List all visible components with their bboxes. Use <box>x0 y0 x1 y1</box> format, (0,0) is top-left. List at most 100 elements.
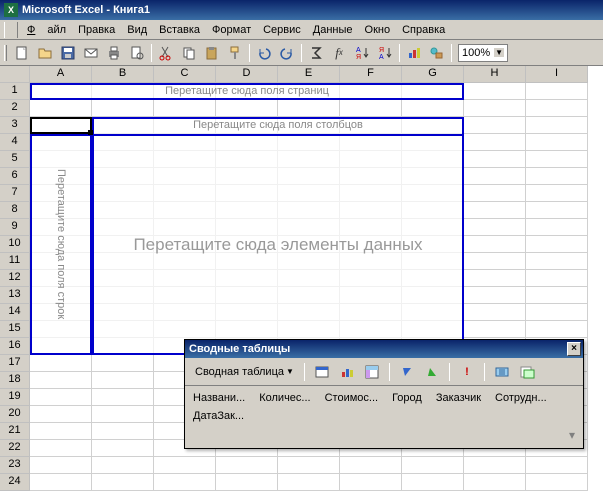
cell[interactable] <box>464 168 526 185</box>
cell[interactable] <box>92 253 154 270</box>
cell[interactable] <box>30 423 92 440</box>
row-header[interactable]: 17 <box>0 355 30 372</box>
menu-insert[interactable]: Вставка <box>153 22 206 38</box>
cell[interactable] <box>340 83 402 100</box>
new-icon[interactable] <box>11 42 33 64</box>
cell[interactable] <box>216 474 278 491</box>
cell[interactable] <box>402 457 464 474</box>
pivot-field[interactable]: Сотрудн... <box>495 392 547 404</box>
cell[interactable] <box>464 236 526 253</box>
cell[interactable] <box>30 151 92 168</box>
row-header[interactable]: 4 <box>0 134 30 151</box>
cell[interactable] <box>30 219 92 236</box>
cell[interactable] <box>402 83 464 100</box>
row-header[interactable]: 10 <box>0 236 30 253</box>
cell[interactable] <box>216 100 278 117</box>
cell[interactable] <box>30 134 92 151</box>
cell[interactable] <box>340 270 402 287</box>
cell[interactable] <box>340 321 402 338</box>
cell[interactable] <box>526 100 588 117</box>
cell[interactable] <box>526 287 588 304</box>
cell[interactable] <box>402 270 464 287</box>
function-icon[interactable]: fx <box>328 42 350 64</box>
menu-file[interactable]: Файл <box>21 22 72 38</box>
cell[interactable] <box>30 372 92 389</box>
cell[interactable] <box>464 100 526 117</box>
row-header[interactable]: 1 <box>0 83 30 100</box>
menu-data[interactable]: Данные <box>307 22 359 38</box>
cell[interactable] <box>278 474 340 491</box>
row-header[interactable]: 16 <box>0 338 30 355</box>
sort-desc-icon[interactable]: ЯА <box>374 42 396 64</box>
hide-detail-icon[interactable] <box>396 361 418 383</box>
col-header[interactable]: A <box>30 66 92 83</box>
row-header[interactable]: 20 <box>0 406 30 423</box>
cell[interactable] <box>30 185 92 202</box>
pivot-field[interactable]: Город <box>392 392 422 404</box>
cell[interactable] <box>92 134 154 151</box>
copy-icon[interactable] <box>178 42 200 64</box>
cell[interactable] <box>526 202 588 219</box>
cell[interactable] <box>402 253 464 270</box>
row-header[interactable]: 14 <box>0 304 30 321</box>
col-header[interactable]: C <box>154 66 216 83</box>
cell[interactable] <box>216 168 278 185</box>
cell[interactable] <box>402 185 464 202</box>
cell[interactable] <box>526 117 588 134</box>
cell[interactable] <box>216 185 278 202</box>
cell[interactable] <box>154 151 216 168</box>
redo-icon[interactable] <box>276 42 298 64</box>
cell[interactable] <box>216 321 278 338</box>
pivot-table-menu-button[interactable]: Сводная таблица▼ <box>191 364 298 380</box>
pivot-field[interactable]: Стоимос... <box>325 392 378 404</box>
row-header[interactable]: 7 <box>0 185 30 202</box>
pivot-toolbar-titlebar[interactable]: Сводные таблицы × <box>185 340 583 358</box>
field-settings-icon[interactable] <box>491 361 513 383</box>
cell[interactable] <box>340 457 402 474</box>
cell[interactable] <box>340 304 402 321</box>
cell[interactable] <box>92 270 154 287</box>
cell[interactable] <box>154 253 216 270</box>
cell[interactable] <box>92 474 154 491</box>
cell[interactable] <box>464 151 526 168</box>
cell[interactable] <box>278 304 340 321</box>
mail-icon[interactable] <box>80 42 102 64</box>
menu-view[interactable]: Вид <box>121 22 153 38</box>
row-header[interactable]: 13 <box>0 287 30 304</box>
cell[interactable] <box>92 236 154 253</box>
cell[interactable] <box>30 253 92 270</box>
cell[interactable] <box>526 168 588 185</box>
cell[interactable] <box>92 168 154 185</box>
cell[interactable] <box>278 270 340 287</box>
cell[interactable] <box>92 389 154 406</box>
cell[interactable] <box>154 185 216 202</box>
cell[interactable] <box>402 474 464 491</box>
row-header[interactable]: 22 <box>0 440 30 457</box>
cell[interactable] <box>278 134 340 151</box>
cell[interactable] <box>464 253 526 270</box>
cell[interactable] <box>340 253 402 270</box>
cell[interactable] <box>464 270 526 287</box>
expand-down-icon[interactable]: ▾ <box>569 428 575 442</box>
cell[interactable] <box>526 457 588 474</box>
cell[interactable] <box>464 304 526 321</box>
open-icon[interactable] <box>34 42 56 64</box>
cell[interactable] <box>278 457 340 474</box>
row-header[interactable]: 19 <box>0 389 30 406</box>
col-header[interactable]: H <box>464 66 526 83</box>
cell[interactable] <box>402 202 464 219</box>
cell[interactable] <box>30 321 92 338</box>
cell[interactable] <box>278 151 340 168</box>
cell[interactable] <box>526 253 588 270</box>
col-header[interactable]: B <box>92 66 154 83</box>
cell[interactable] <box>154 236 216 253</box>
cell[interactable] <box>30 236 92 253</box>
cell[interactable] <box>154 219 216 236</box>
row-header[interactable]: 11 <box>0 253 30 270</box>
cell[interactable] <box>464 219 526 236</box>
cell[interactable] <box>526 304 588 321</box>
cell[interactable] <box>278 287 340 304</box>
cell[interactable] <box>30 338 92 355</box>
cell[interactable] <box>30 440 92 457</box>
cell[interactable] <box>278 236 340 253</box>
